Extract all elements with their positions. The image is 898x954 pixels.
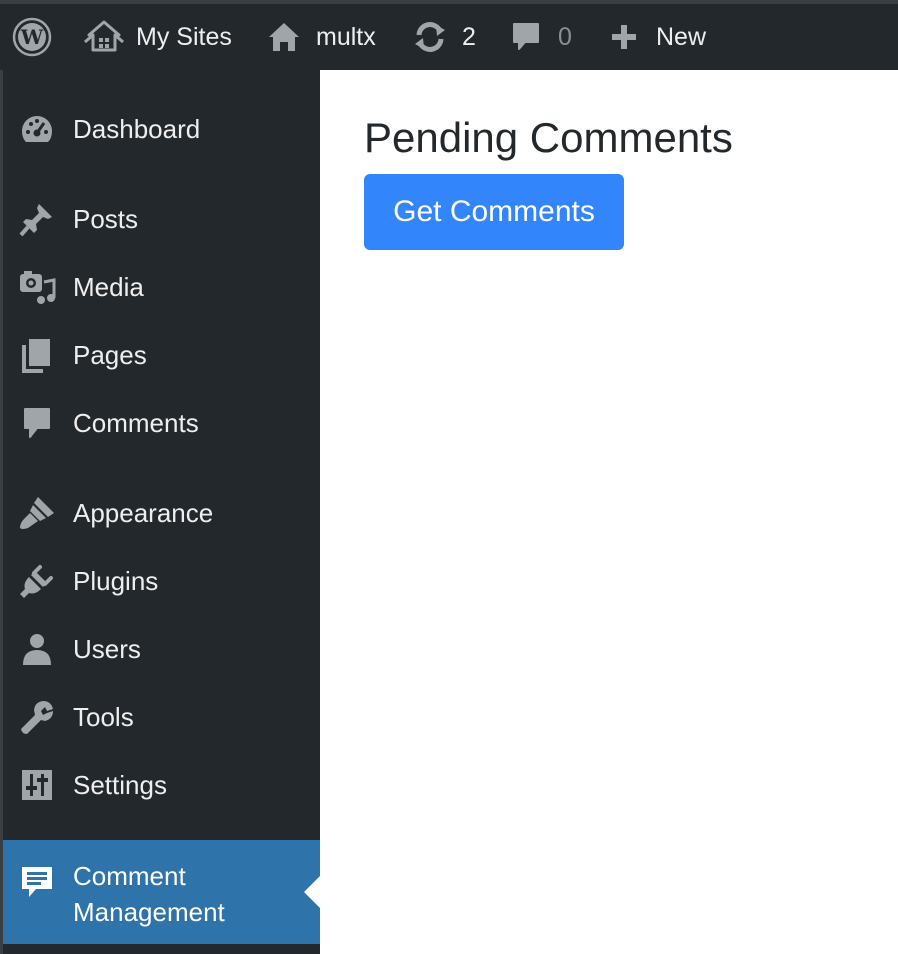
home-icon [266, 21, 302, 53]
my-sites-menu[interactable]: My Sites [82, 4, 232, 70]
sidebar-item-dashboard[interactable]: Dashboard [3, 98, 320, 160]
sidebar-item-label: Appearance [73, 497, 214, 528]
tools-icon [17, 697, 57, 737]
pin-icon [17, 199, 57, 239]
site-name-label: multx [316, 22, 376, 51]
sidebar-item-tools[interactable]: Tools [3, 686, 320, 748]
my-sites-icon [82, 20, 126, 54]
updates-count: 2 [462, 22, 476, 51]
plus-icon [606, 23, 642, 51]
current-menu-arrow [304, 876, 320, 908]
site-name-menu[interactable]: multx [266, 4, 376, 70]
wordpress-logo-menu[interactable]: W [12, 4, 58, 70]
comment-management-icon [17, 862, 57, 902]
sidebar-item-users[interactable]: Users [3, 618, 320, 680]
sidebar-item-label: Comment Management [73, 858, 225, 930]
appearance-icon [17, 493, 57, 533]
users-icon [17, 629, 57, 669]
main-content: Pending Comments Get Comments [320, 70, 898, 954]
comment-bubble-icon [508, 21, 544, 53]
sidebar-item-comment-management[interactable]: Comment Management [3, 840, 320, 944]
my-sites-label: My Sites [136, 22, 232, 51]
settings-icon [17, 765, 57, 805]
dashboard-icon [17, 109, 57, 149]
updates-menu[interactable]: 2 [410, 4, 476, 70]
new-content-menu[interactable]: New [606, 4, 706, 70]
sidebar-item-settings[interactable]: Settings [3, 754, 320, 816]
comments-icon [17, 403, 57, 443]
plugins-icon [17, 561, 57, 601]
admin-sidebar: Dashboard Posts Media Pages Comments App… [0, 70, 320, 954]
wordpress-logo-icon: W [12, 17, 52, 57]
sidebar-item-label: Comments [73, 407, 199, 438]
sidebar-item-label: Dashboard [73, 113, 201, 144]
sidebar-item-label-line2: Management [73, 897, 225, 927]
sidebar-item-label: Tools [73, 701, 134, 732]
sidebar-item-label: Posts [73, 203, 139, 234]
pages-icon [17, 335, 57, 375]
media-icon [17, 267, 57, 307]
sidebar-item-posts[interactable]: Posts [3, 188, 320, 250]
comments-menu[interactable]: 0 [508, 4, 572, 70]
sidebar-item-label: Media [73, 271, 144, 302]
updates-icon [410, 21, 450, 53]
admin-bar: W My Sites multx 2 0 New [0, 0, 898, 70]
sidebar-item-label: Users [73, 633, 141, 664]
sidebar-item-pages[interactable]: Pages [3, 324, 320, 386]
sidebar-item-plugins[interactable]: Plugins [3, 550, 320, 612]
get-comments-button[interactable]: Get Comments [364, 174, 624, 250]
sidebar-item-comments[interactable]: Comments [3, 392, 320, 454]
sidebar-item-appearance[interactable]: Appearance [3, 482, 320, 544]
svg-text:W: W [20, 25, 44, 49]
page-title: Pending Comments [364, 114, 733, 161]
new-label: New [656, 22, 707, 51]
sidebar-item-media[interactable]: Media [3, 256, 320, 318]
sidebar-item-label: Plugins [73, 565, 159, 596]
sidebar-item-label-line1: Comment [73, 861, 186, 891]
sidebar-item-label: Pages [73, 339, 147, 370]
sidebar-item-label: Settings [73, 769, 167, 800]
comments-count: 0 [558, 22, 572, 51]
